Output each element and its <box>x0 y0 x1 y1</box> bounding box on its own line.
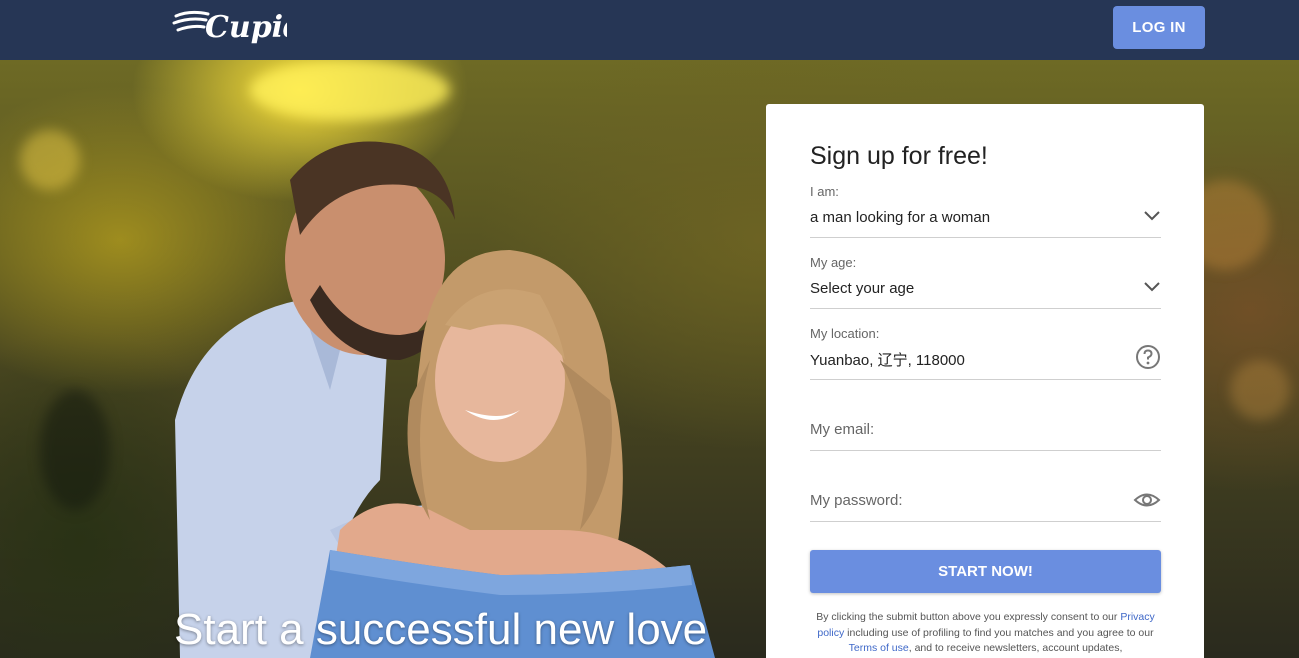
svg-text:Cupid: Cupid <box>205 10 287 45</box>
gender-select[interactable]: I am: a man looking for a woman <box>810 182 1161 238</box>
password-placeholder[interactable]: My password: <box>810 492 903 509</box>
eye-icon[interactable] <box>1133 490 1161 510</box>
email-field[interactable]: My email: <box>810 404 1161 451</box>
gender-value: a man looking for a woman <box>810 209 991 226</box>
legal-text: By clicking the submit button above you … <box>816 611 1118 623</box>
chevron-down-icon[interactable] <box>1143 210 1161 222</box>
login-button[interactable]: LOG IN <box>1113 6 1205 49</box>
age-value: Select your age <box>810 280 915 297</box>
location-field[interactable]: My location: Yuanbao, 辽宁, 118000 <box>810 324 1161 380</box>
signup-title: Sign up for free! <box>810 142 988 170</box>
chevron-down-icon[interactable] <box>1143 281 1161 293</box>
help-circle-icon[interactable] <box>1135 344 1161 370</box>
cupid-logo[interactable]: Cupid <box>172 4 287 50</box>
location-label: My location: <box>810 326 880 341</box>
hero-tagline: Start a successful new love <box>174 605 708 654</box>
age-select[interactable]: My age: Select your age <box>810 253 1161 309</box>
signup-card: Sign up for free! I am: a man looking fo… <box>766 104 1204 658</box>
terms-of-use-link[interactable]: Terms of use <box>849 642 909 654</box>
email-placeholder[interactable]: My email: <box>810 421 874 438</box>
gender-label: I am: <box>810 184 839 199</box>
top-bar: Cupid LOG IN <box>0 0 1299 60</box>
legal-text: , and to receive newsletters, account up… <box>908 642 1123 654</box>
couple-photo <box>175 141 715 658</box>
password-field[interactable]: My password: <box>810 475 1161 522</box>
legal-notice: By clicking the submit button above you … <box>806 610 1165 657</box>
age-label: My age: <box>810 255 857 270</box>
location-value[interactable]: Yuanbao, 辽宁, 118000 <box>810 349 965 370</box>
legal-text: including use of profiling to find you m… <box>847 626 1154 639</box>
start-now-button[interactable]: START NOW! <box>810 550 1161 593</box>
